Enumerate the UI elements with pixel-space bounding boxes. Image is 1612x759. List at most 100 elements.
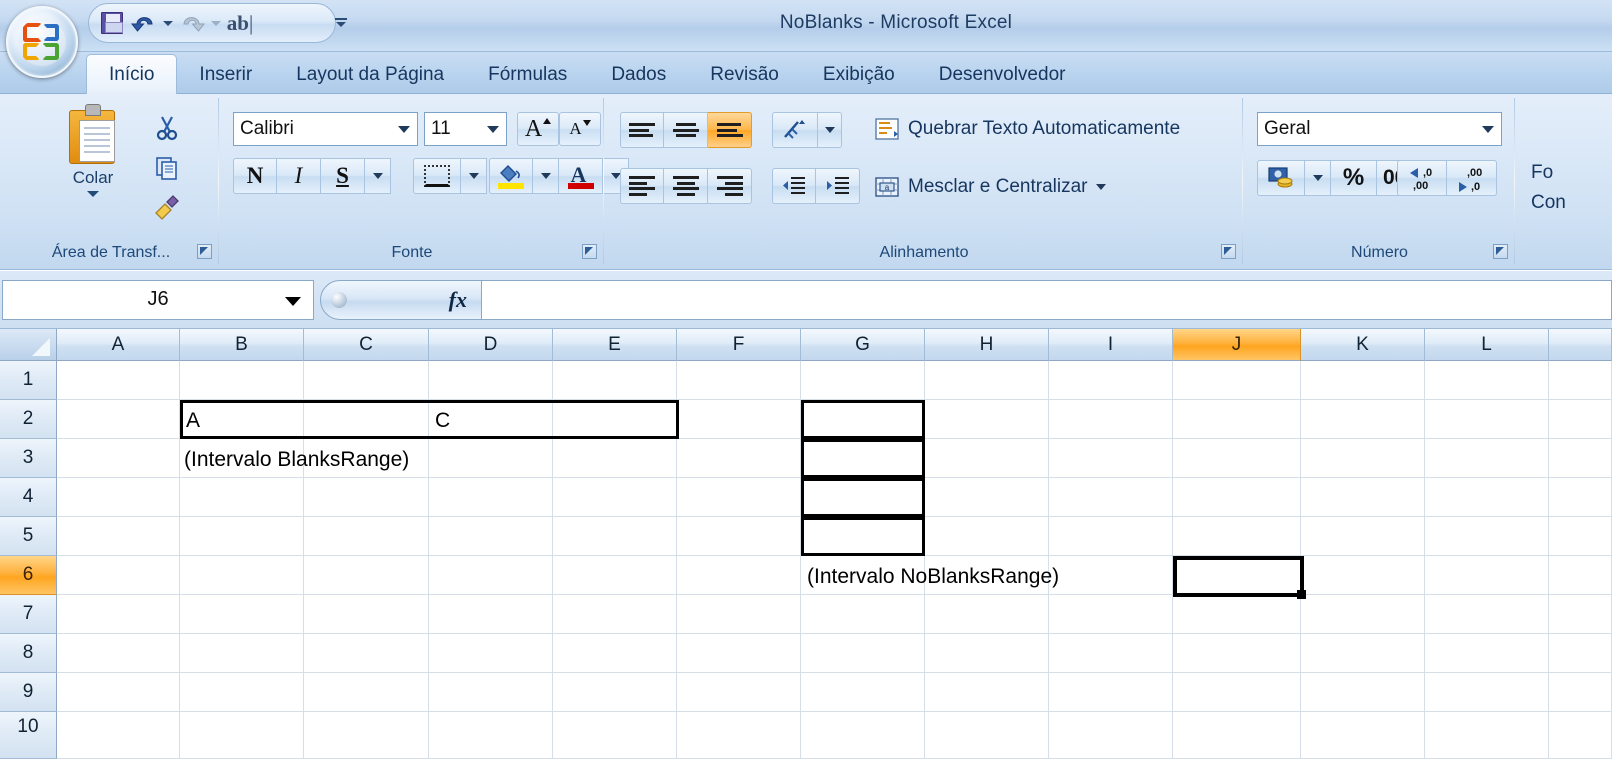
- table-row[interactable]: [925, 673, 1049, 712]
- merge-center-dropdown-icon[interactable]: [1095, 184, 1106, 190]
- table-row[interactable]: [925, 556, 1049, 595]
- undo-icon[interactable]: [129, 8, 159, 38]
- align-top-button[interactable]: [620, 112, 664, 148]
- col-header-k[interactable]: K: [1301, 329, 1425, 361]
- table-row[interactable]: [304, 439, 429, 478]
- table-row[interactable]: [1301, 400, 1425, 439]
- table-row[interactable]: [180, 361, 304, 400]
- tab-formulas[interactable]: Fórmulas: [466, 56, 589, 94]
- grow-font-button[interactable]: A: [517, 112, 559, 146]
- table-row[interactable]: [925, 712, 1049, 759]
- table-row[interactable]: [1549, 517, 1612, 556]
- table-row[interactable]: [304, 673, 429, 712]
- increase-indent-button[interactable]: [816, 168, 860, 204]
- tab-exibicao[interactable]: Exibição: [801, 56, 917, 94]
- table-row[interactable]: [1049, 478, 1173, 517]
- table-row[interactable]: [1173, 439, 1301, 478]
- table-row[interactable]: [57, 712, 180, 759]
- table-row[interactable]: [925, 478, 1049, 517]
- table-row[interactable]: [553, 595, 677, 634]
- table-row[interactable]: [553, 517, 677, 556]
- table-row[interactable]: [1425, 673, 1549, 712]
- table-row[interactable]: [677, 400, 801, 439]
- table-row[interactable]: [677, 595, 801, 634]
- table-row[interactable]: [1425, 556, 1549, 595]
- table-row[interactable]: [180, 673, 304, 712]
- number-dialog-launcher-icon[interactable]: [1493, 244, 1508, 259]
- table-row[interactable]: [304, 712, 429, 759]
- row-header-8[interactable]: 8: [0, 634, 57, 673]
- office-button[interactable]: [6, 6, 78, 78]
- table-row[interactable]: [677, 634, 801, 673]
- wrap-text-button[interactable]: Quebrar Texto Automaticamente: [874, 116, 1180, 142]
- tab-desenvolvedor[interactable]: Desenvolvedor: [917, 56, 1088, 94]
- col-header-a[interactable]: A: [57, 329, 180, 361]
- increase-decimal-button[interactable]: ,0 ,00: [1397, 160, 1447, 196]
- row-header-9[interactable]: 9: [0, 673, 57, 712]
- table-row[interactable]: [925, 400, 1049, 439]
- tab-revisao[interactable]: Revisão: [688, 56, 801, 94]
- table-row[interactable]: [1173, 673, 1301, 712]
- table-row[interactable]: [677, 478, 801, 517]
- decrease-decimal-button[interactable]: ,00 ,0: [1447, 160, 1497, 196]
- row-header-5[interactable]: 5: [0, 517, 57, 556]
- table-row[interactable]: [801, 400, 925, 439]
- col-header-g[interactable]: G: [801, 329, 925, 361]
- table-row[interactable]: [180, 439, 304, 478]
- align-middle-button[interactable]: [664, 112, 708, 148]
- table-row[interactable]: [180, 478, 304, 517]
- table-row[interactable]: [304, 478, 429, 517]
- undo-dropdown-icon[interactable]: [161, 8, 175, 38]
- table-row[interactable]: [57, 517, 180, 556]
- align-right-button[interactable]: [708, 168, 752, 204]
- row-header-6[interactable]: 6: [0, 556, 57, 595]
- table-row[interactable]: [801, 595, 925, 634]
- table-row[interactable]: [1549, 478, 1612, 517]
- table-row[interactable]: [677, 439, 801, 478]
- table-row[interactable]: [1173, 400, 1301, 439]
- accounting-format-button[interactable]: [1257, 160, 1305, 196]
- col-header-b[interactable]: B: [180, 329, 304, 361]
- table-row[interactable]: [677, 673, 801, 712]
- select-all-corner[interactable]: [0, 329, 57, 361]
- table-row[interactable]: [553, 673, 677, 712]
- table-row[interactable]: [429, 478, 553, 517]
- table-row[interactable]: [801, 361, 925, 400]
- name-box-dropdown-icon[interactable]: [285, 296, 301, 306]
- table-row[interactable]: [57, 439, 180, 478]
- table-row[interactable]: [1549, 673, 1612, 712]
- table-row[interactable]: [57, 361, 180, 400]
- table-row[interactable]: [925, 439, 1049, 478]
- table-row[interactable]: [180, 400, 304, 439]
- underline-dropdown-icon[interactable]: [365, 158, 391, 194]
- row-header-7[interactable]: 7: [0, 595, 57, 634]
- table-row[interactable]: [1173, 556, 1301, 595]
- table-row[interactable]: [429, 634, 553, 673]
- table-row[interactable]: [1049, 634, 1173, 673]
- insert-function-icon[interactable]: fx: [449, 287, 467, 313]
- borders-dropdown-icon[interactable]: [461, 158, 487, 194]
- merge-center-button[interactable]: a Mesclar e Centralizar: [874, 174, 1106, 200]
- table-row[interactable]: [429, 556, 553, 595]
- table-row[interactable]: [553, 361, 677, 400]
- fill-color-dropdown-icon[interactable]: [533, 158, 559, 194]
- table-row[interactable]: [429, 673, 553, 712]
- table-row[interactable]: [304, 634, 429, 673]
- table-row[interactable]: [1549, 361, 1612, 400]
- table-row[interactable]: [1549, 595, 1612, 634]
- table-row[interactable]: [429, 439, 553, 478]
- name-box[interactable]: J6: [2, 279, 314, 320]
- col-header-h[interactable]: H: [925, 329, 1049, 361]
- table-row[interactable]: [57, 478, 180, 517]
- ab-text-icon[interactable]: ab|: [225, 8, 255, 38]
- table-row[interactable]: [1049, 712, 1173, 759]
- table-row[interactable]: [801, 634, 925, 673]
- table-row[interactable]: [801, 517, 925, 556]
- shrink-font-button[interactable]: A: [559, 112, 601, 146]
- table-row[interactable]: [57, 556, 180, 595]
- table-row[interactable]: [1301, 556, 1425, 595]
- table-row[interactable]: [1549, 634, 1612, 673]
- table-row[interactable]: [801, 712, 925, 759]
- font-name-dropdown-icon[interactable]: [398, 126, 410, 133]
- tab-layout-da-pagina[interactable]: Layout da Página: [274, 56, 466, 94]
